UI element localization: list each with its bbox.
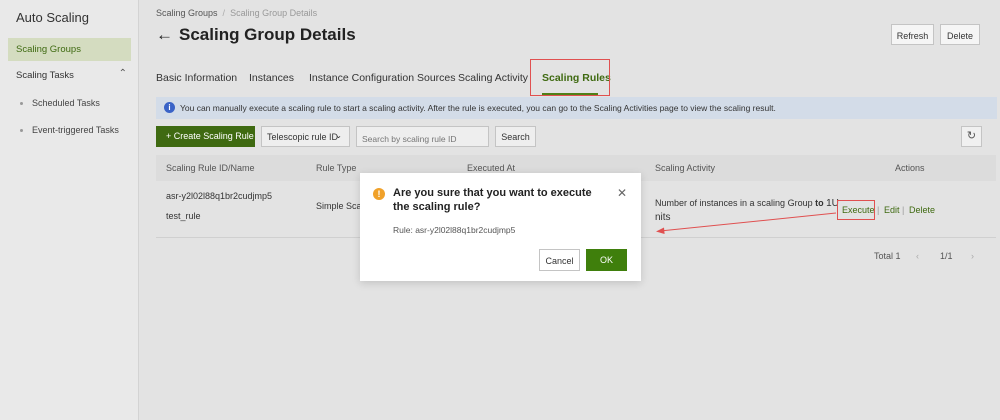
dialog-title: Are you sure that you want to execute th… (393, 187, 592, 213)
warning-icon: ! (373, 188, 385, 200)
ok-button[interactable]: OK (586, 249, 627, 271)
cancel-button[interactable]: Cancel (539, 249, 580, 271)
confirm-dialog: ! Are you sure that you want to execute … (360, 173, 641, 281)
dialog-rule-text: Rule: asr-y2l02l88q1br2cudjmp5 (393, 225, 516, 235)
close-icon[interactable]: ✕ (617, 186, 627, 200)
arrow-line (659, 212, 837, 232)
arrow-head (656, 227, 665, 234)
